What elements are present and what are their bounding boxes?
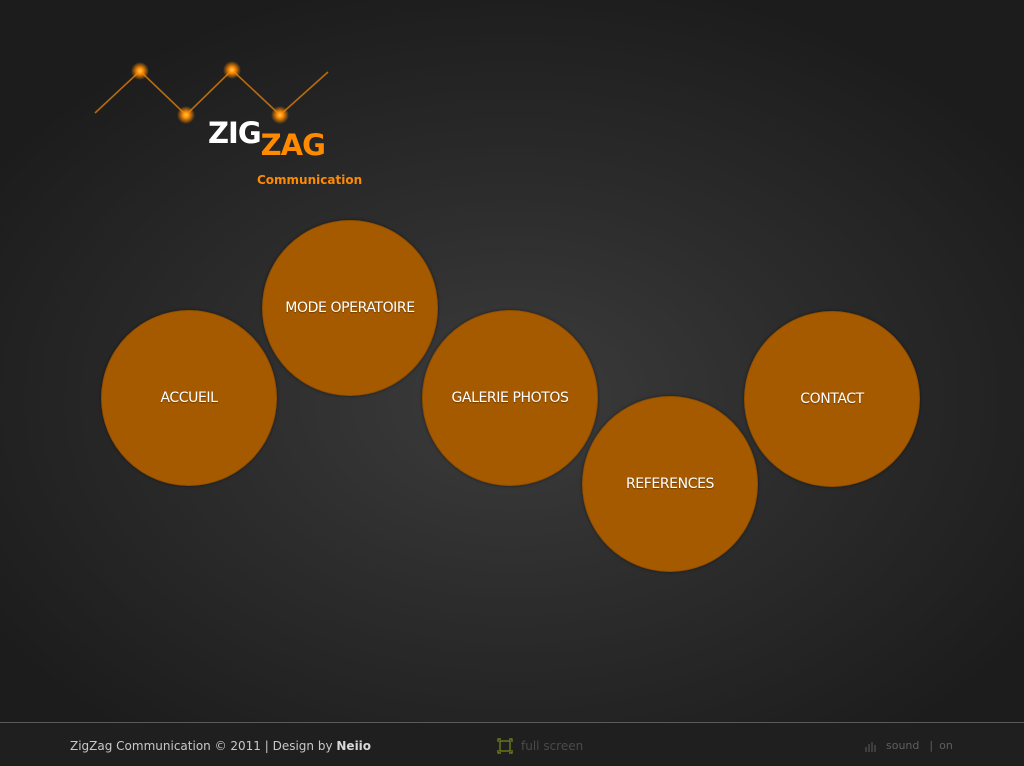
fullscreen-label: full screen — [521, 739, 584, 753]
sound-separator: | — [929, 739, 934, 752]
nav-mode-operatoire-button[interactable]: MODE OPERATOIRE — [262, 220, 438, 396]
footer-bar: ZigZag Communication © 2011 | Design by … — [0, 722, 1024, 766]
designer-link[interactable]: Neiio — [336, 739, 371, 753]
nav-galerie-photos-label: GALERIE PHOTOS — [451, 390, 569, 406]
sound-on-toggle[interactable]: on — [939, 739, 953, 752]
nav-accueil-button[interactable]: ACCUEIL — [101, 310, 277, 486]
sound-bars-icon[interactable] — [864, 740, 878, 752]
brand-zag: ZAG — [260, 128, 326, 162]
brand-wordmark: ZIGZAG — [208, 119, 326, 160]
nav-references-label: REFERENCES — [625, 476, 715, 492]
fullscreen-icon — [497, 738, 513, 754]
nav-galerie-photos-button[interactable]: GALERIE PHOTOS — [422, 310, 598, 486]
nav-contact-button[interactable]: CONTACT — [744, 311, 920, 487]
brand-zig: ZIG — [208, 116, 262, 150]
fullscreen-button[interactable]: full screen — [497, 738, 583, 754]
brand-tagline: Communication — [257, 173, 363, 187]
sound-control: sound | on — [864, 739, 953, 752]
nav-accueil-label: ACCUEIL — [160, 390, 218, 406]
copyright-text: ZigZag Communication © 2011 | Design by — [70, 739, 337, 753]
main-stage: ZIGZAG Communication ACCUEIL MODE OPERAT… — [0, 0, 1024, 722]
sound-label: sound — [886, 739, 920, 752]
nav-references-button[interactable]: REFERENCES — [582, 396, 758, 572]
footer-copyright: ZigZag Communication © 2011 | Design by … — [70, 739, 371, 753]
zigzag-logo[interactable]: ZIGZAG Communication — [90, 55, 363, 195]
nav-contact-label: CONTACT — [800, 391, 864, 407]
nav-mode-operatoire-label: MODE OPERATOIRE — [285, 300, 415, 316]
